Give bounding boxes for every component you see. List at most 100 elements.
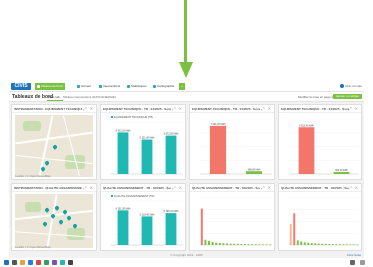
copyright-text: © Copyright 2021 - 2025 bbox=[170, 253, 203, 257]
user-label: Mon compte bbox=[345, 84, 362, 88]
chart-bar bbox=[310, 243, 313, 245]
map-marker-icon[interactable] bbox=[54, 205, 60, 211]
chart-bar bbox=[141, 216, 153, 245]
chart-bar bbox=[293, 213, 296, 245]
widget-tools[interactable]: ⋮ ⤢ ✕ bbox=[165, 106, 183, 111]
system-tray-icon[interactable] bbox=[350, 260, 355, 265]
nav-item-map[interactable]: Cartographie bbox=[151, 83, 176, 90]
chart-bar bbox=[208, 240, 210, 245]
app-icon[interactable] bbox=[36, 260, 41, 265]
chart-bar bbox=[321, 243, 324, 245]
folder-icon[interactable] bbox=[20, 260, 25, 265]
widget-tools[interactable]: ⋮ ⤢ ✕ bbox=[341, 106, 359, 111]
widget-divider bbox=[190, 112, 274, 113]
app-icon[interactable] bbox=[44, 260, 49, 265]
map-marker-icon[interactable] bbox=[42, 221, 48, 227]
chart-bar bbox=[229, 243, 232, 245]
map-marker-icon[interactable] bbox=[44, 207, 50, 213]
chart-bar bbox=[218, 242, 221, 245]
top-nav-bar: CIVIS Tableau de bord Accueil Interventi… bbox=[9, 82, 364, 92]
clock-icon[interactable] bbox=[360, 260, 365, 265]
map-park bbox=[25, 202, 41, 212]
search-icon[interactable] bbox=[12, 260, 17, 265]
chart-bar bbox=[307, 242, 310, 245]
widget-divider bbox=[279, 191, 361, 192]
legend-swatch bbox=[111, 116, 113, 118]
widget-divider bbox=[279, 112, 361, 113]
widget-title: INSTRUMENTATION · QUALITE ASSAINISSEMENT… bbox=[14, 186, 82, 190]
chart-bar bbox=[209, 125, 227, 174]
app-icon[interactable] bbox=[60, 260, 65, 265]
bar-data-label: 6 412,10 kWh bbox=[116, 129, 131, 132]
nav-label: Statistiques bbox=[131, 84, 147, 88]
wrench-icon bbox=[99, 84, 102, 88]
legend-swatch bbox=[111, 195, 113, 197]
home-icon bbox=[77, 84, 80, 88]
map-marker-icon[interactable] bbox=[66, 215, 72, 221]
widget-title: EQUIPEMENT TECHNIQUE · TR · 04/2025 · So… bbox=[103, 107, 171, 111]
user-menu[interactable]: Mon compte bbox=[340, 83, 362, 90]
map-icon bbox=[153, 84, 156, 88]
chart-bar bbox=[345, 244, 348, 245]
widget-divider bbox=[12, 191, 96, 192]
chart-bar bbox=[352, 244, 355, 246]
widget-card-chart: QUALITE ASSAINISSEMENT · TR · 04/2025 · … bbox=[100, 183, 186, 251]
map-road bbox=[46, 194, 58, 248]
add-widget-button[interactable]: Ajouter un widget bbox=[332, 94, 362, 99]
tab-interventions[interactable]: Tableau interventions (DATA ENERGIE) bbox=[61, 95, 118, 100]
start-icon[interactable] bbox=[4, 260, 9, 265]
chart-bar bbox=[222, 243, 225, 245]
chart-bar bbox=[247, 244, 250, 245]
chart-bar bbox=[204, 239, 207, 245]
widget-tools[interactable]: ⋮ ⤢ ✕ bbox=[165, 185, 183, 190]
widget-card-chart: EQUIPEMENT TECHNIQUE · TR · 04/2025 · So… bbox=[189, 104, 275, 180]
chart-bar bbox=[314, 243, 317, 245]
app-logo[interactable]: CIVIS bbox=[11, 83, 31, 90]
chart-bar bbox=[165, 213, 177, 245]
app-icon[interactable] bbox=[68, 260, 73, 265]
layout-mode-toggle[interactable]: Modifier la mise en page (M) bbox=[298, 95, 336, 99]
user-avatar-icon bbox=[340, 84, 345, 89]
nav-item-statistics[interactable]: Statistiques bbox=[125, 83, 149, 90]
chart-bar bbox=[296, 240, 299, 245]
map-view[interactable] bbox=[15, 194, 93, 248]
chart-bar bbox=[324, 243, 327, 245]
widget-tools[interactable]: ⋮ ⤢ ✕ bbox=[76, 185, 94, 190]
chart-bar bbox=[338, 244, 341, 245]
nav-item-dashboard[interactable]: Tableau de bord bbox=[35, 83, 65, 90]
widget-tools[interactable]: ⋮ ⤢ ✕ bbox=[254, 185, 272, 190]
widget-card-chart: EQUIPEMENT TECHNIQUE · TR · 04/2025 · So… bbox=[100, 104, 186, 180]
legend-label: QUALITE ASSAINISSEMENT (TR) bbox=[114, 194, 154, 198]
bar-chart: EQUIPEMENT TECHNIQUE (TR) 6 412,10 kWh 5 3… bbox=[111, 115, 183, 175]
os-taskbar bbox=[0, 258, 373, 267]
bar-data-label: 5 321,00 kWh bbox=[140, 137, 155, 140]
nav-item-interventions[interactable]: Interventions bbox=[97, 83, 122, 90]
chart-bar bbox=[265, 244, 268, 246]
widget-title: INSTRUMENTATION · EQUIPEMENT TECHNIQUE ·… bbox=[14, 107, 82, 111]
widget-tools[interactable]: ⋮ ⤢ ✕ bbox=[76, 106, 94, 111]
down-arrow-head bbox=[179, 62, 193, 78]
dashboard-icon bbox=[37, 84, 40, 88]
map-view[interactable] bbox=[15, 115, 93, 177]
map-park bbox=[67, 228, 85, 240]
chart-bar bbox=[289, 223, 292, 245]
map-marker-icon[interactable] bbox=[52, 144, 58, 150]
nav-item-home[interactable]: Accueil bbox=[75, 83, 93, 90]
widget-divider bbox=[12, 112, 96, 113]
widget-card-chart: QUALITE ASSAINISSEMENT · TR · 04/2025 · … bbox=[278, 183, 362, 251]
chart-icon bbox=[127, 84, 130, 88]
chart-bar bbox=[317, 243, 320, 245]
map-marker-icon[interactable] bbox=[44, 160, 50, 166]
chart-bar bbox=[356, 244, 359, 246]
chart-bar bbox=[269, 244, 272, 246]
app-icon[interactable] bbox=[52, 260, 57, 265]
map-marker-icon[interactable] bbox=[58, 219, 64, 225]
chart-bar bbox=[200, 208, 203, 245]
widget-tools[interactable]: ⋮ ⤢ ✕ bbox=[341, 185, 359, 190]
chart-bar bbox=[245, 171, 263, 174]
nav-add-button[interactable]: + bbox=[179, 83, 185, 90]
widget-tools[interactable]: ⋮ ⤢ ✕ bbox=[254, 106, 272, 111]
browser-icon[interactable] bbox=[28, 260, 33, 265]
map-attribution: Leaflet | © OpenStreetMap bbox=[15, 246, 51, 249]
bar-chart bbox=[289, 197, 359, 246]
